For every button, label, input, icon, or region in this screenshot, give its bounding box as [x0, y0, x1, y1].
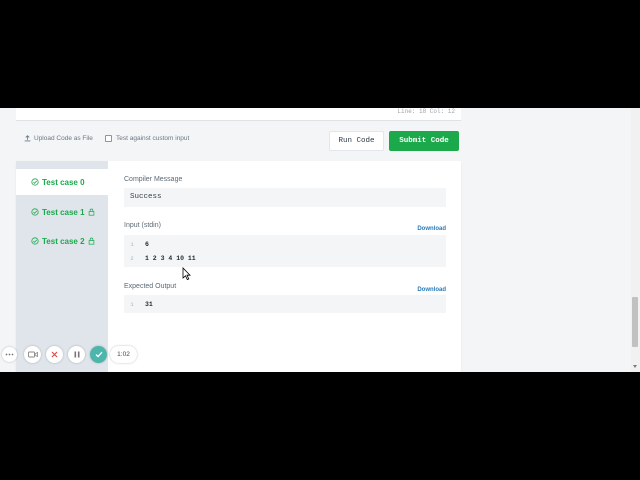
test-case-tabs: Test case 0 Test case 1 Test case 2	[16, 161, 108, 372]
cancel-recording-button[interactable]	[46, 346, 63, 363]
input-download-link[interactable]: Download	[417, 226, 446, 232]
custom-input-label: Test against custom input	[116, 135, 190, 142]
page-viewport: Line: 18 Col: 12 Upload Code as File Tes…	[0, 108, 640, 372]
tab-test-case-2[interactable]: Test case 2	[16, 228, 108, 254]
custom-input-toggle[interactable]: Test against custom input	[105, 135, 189, 142]
check-icon	[95, 351, 102, 358]
code-line: 1 31	[124, 298, 153, 310]
mouse-pointer-icon	[182, 267, 191, 281]
input-label: Input (stdin)	[124, 222, 161, 229]
tab-label: Test case 0	[42, 177, 85, 187]
pause-icon	[74, 351, 79, 358]
lock-icon	[88, 208, 94, 216]
page-scrollbar[interactable]	[631, 108, 640, 372]
camera-icon	[27, 351, 38, 358]
tab-label: Test case 1	[42, 207, 85, 217]
upload-code-label: Upload Code as File	[34, 135, 93, 142]
more-button[interactable]	[2, 347, 17, 362]
scroll-down-arrow-icon[interactable]	[633, 365, 637, 368]
check-circle-icon	[31, 178, 39, 186]
pause-button[interactable]	[68, 346, 85, 363]
editor-footer: Line: 18 Col: 12	[16, 108, 461, 121]
tab-test-case-0[interactable]: Test case 0	[16, 169, 108, 195]
code-line: 1 6	[124, 238, 149, 250]
check-circle-icon	[31, 237, 39, 245]
finish-recording-button[interactable]	[90, 346, 107, 363]
cursor-position: Line: 18 Col: 12	[397, 108, 455, 115]
tab-test-case-1[interactable]: Test case 1	[16, 199, 108, 225]
scrollbar-thumb[interactable]	[632, 297, 638, 347]
expected-output-label: Expected Output	[124, 283, 177, 290]
line-number: 1	[130, 300, 134, 308]
upload-icon	[24, 135, 31, 142]
line-number: 1	[130, 240, 134, 248]
tab-label: Test case 2	[42, 236, 85, 246]
upload-code-link[interactable]: Upload Code as File	[24, 135, 93, 142]
line-number: 2	[130, 254, 134, 262]
line-text: 31	[145, 300, 153, 308]
close-icon	[51, 351, 58, 358]
recording-timer: 1:02	[110, 346, 137, 363]
lock-icon	[88, 237, 94, 245]
test-results-panel: Test case 0 Test case 1 Test case 2 Comp…	[16, 161, 461, 372]
compiler-message-label: Compiler Message	[124, 176, 183, 183]
camera-button[interactable]	[24, 346, 41, 363]
compiler-message-box: Success	[124, 188, 446, 207]
custom-input-checkbox[interactable]	[105, 135, 112, 142]
submit-code-button[interactable]: Submit Code	[389, 131, 459, 151]
check-circle-icon	[31, 208, 39, 216]
more-icon	[5, 353, 14, 356]
expected-output-box: 1 31	[124, 295, 446, 313]
input-box: 1 6 2 1 2 3 4 10 11	[124, 235, 446, 267]
line-text: 6	[145, 240, 149, 248]
expected-download-link[interactable]: Download	[417, 287, 446, 293]
line-text: 1 2 3 4 10 11	[145, 254, 196, 262]
code-line: 2 1 2 3 4 10 11	[124, 252, 196, 264]
compiler-message-text: Success	[130, 193, 162, 201]
run-code-button[interactable]: Run Code	[329, 131, 384, 151]
